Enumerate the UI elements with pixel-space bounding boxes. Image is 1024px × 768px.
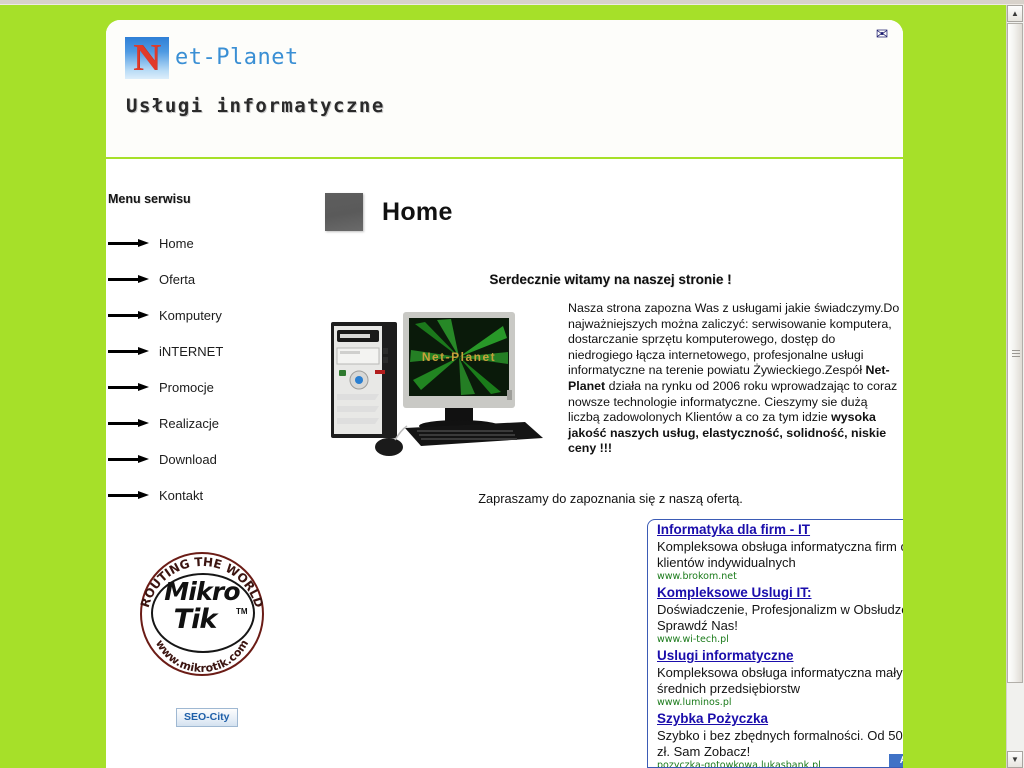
page-heading: Home [325, 193, 453, 231]
intro-paragraph: Nasza strona zapozna Was z usługami jaki… [568, 301, 900, 456]
ad-item: Kompleksowe Uslugi IT: Doświadczenie, Pr… [648, 583, 903, 646]
arrow-right-icon [108, 454, 150, 464]
invite-text: Zapraszamy do zapoznania się z naszą ofe… [478, 491, 743, 506]
sidebar-item-internet[interactable]: iNTERNET [106, 333, 318, 369]
sidebar-item-label: iNTERNET [159, 343, 224, 359]
ad-description: Doświadczenie, Profesjonalizm w Obsłudze… [657, 602, 903, 633]
ad-url[interactable]: www.luminos.pl [657, 696, 903, 709]
sidebar-item-promocje[interactable]: Promocje [106, 369, 318, 405]
sidebar-item-label: Download [159, 451, 217, 467]
site-subtitle: Usługi informatyczne [126, 95, 385, 117]
page-body: Menu serwisu Home Oferta Komputery iNTER… [106, 159, 903, 768]
content-panel: ✉ N et-Planet Usługi informatyczne Menu … [106, 20, 903, 768]
svg-text:www.mikrotik.com: www.mikrotik.com [153, 637, 251, 675]
site-logo[interactable]: N et-Planet [125, 37, 299, 79]
sidebar-item-label: Promocje [159, 379, 214, 395]
page-title: Home [382, 197, 453, 226]
ad-title-link[interactable]: Szybka Pożyczka [657, 710, 768, 727]
ad-description: Kompleksowa obsługa informatyczna małych… [657, 665, 903, 696]
arrow-right-icon [108, 418, 150, 428]
scrollbar-track[interactable] [1007, 684, 1023, 754]
sidebar-item-komputery[interactable]: Komputery [106, 297, 318, 333]
sidebar-item-kontakt[interactable]: Kontakt [106, 477, 318, 513]
browser-viewport: ✉ N et-Planet Usługi informatyczne Menu … [0, 0, 1024, 768]
sidebar-item-home[interactable]: Home [106, 225, 318, 261]
sidebar-item-realizacje[interactable]: Realizacje [106, 405, 318, 441]
arrow-right-icon [108, 310, 150, 320]
ad-url[interactable]: www.brokom.net [657, 570, 903, 583]
sidebar-item-label: Komputery [159, 307, 222, 323]
ad-item: Uslugi informatyczne Kompleksowa obsługa… [648, 646, 903, 709]
sidebar-item-label: Realizacje [159, 415, 219, 431]
scroll-up-button[interactable]: ▲ [1007, 5, 1023, 22]
google-ads-block: Informatyka dla firm - IT Kompleksowa ob… [647, 519, 903, 768]
arrow-right-icon [108, 382, 150, 392]
arrow-right-icon [108, 274, 150, 284]
svg-text:Net-Planet: Net-Planet [422, 350, 496, 364]
ad-url[interactable]: pozyczka-gotowkowa.lukasbank.pl [657, 759, 903, 767]
sidebar-item-label: Home [159, 235, 194, 251]
ad-title-link[interactable]: Informatyka dla firm - IT [657, 521, 810, 538]
arrow-right-icon [108, 490, 150, 500]
scrollbar-grip-icon [1012, 350, 1020, 357]
mikrotik-arc-bottom: www.mikrotik.com [153, 637, 251, 675]
desktop-computer-image: Net-Planet [331, 312, 543, 456]
sidebar-item-oferta[interactable]: Oferta [106, 261, 318, 297]
menu-heading: Menu serwisu [108, 192, 191, 206]
arrow-right-icon [108, 346, 150, 356]
site-header: ✉ N et-Planet Usługi informatyczne [106, 20, 903, 157]
ad-title-link[interactable]: Uslugi informatyczne [657, 647, 794, 664]
vertical-scrollbar[interactable]: ▲ ▼ [1006, 5, 1024, 768]
sidebar-menu: Home Oferta Komputery iNTERNET Promocje … [106, 225, 318, 513]
ad-item: Szybka Pożyczka Szybko i bez zbędnych fo… [648, 709, 903, 767]
ad-url[interactable]: www.wi-tech.pl [657, 633, 903, 646]
envelope-icon[interactable]: ✉ [873, 27, 891, 42]
ad-title-link[interactable]: Kompleksowe Uslugi IT: [657, 584, 812, 601]
scroll-down-button[interactable]: ▼ [1007, 751, 1023, 768]
page-heading-square-icon [325, 193, 363, 231]
scrollbar-thumb[interactable] [1007, 23, 1023, 683]
ad-description: Szybko i bez zbędnych formalności. Od 50… [657, 728, 903, 759]
logo-letter: N [133, 37, 161, 79]
arrow-right-icon [108, 238, 150, 248]
logo-badge: N [125, 37, 169, 79]
sidebar-item-label: Kontakt [159, 487, 204, 503]
ads-by-google-label[interactable]: Ads by Google [889, 754, 903, 767]
intro-section: Net-Planet Nasza strona zapozna Was z us… [318, 301, 903, 481]
seo-city-badge[interactable]: SEO-City [176, 708, 238, 727]
sidebar-item-label: Oferta [159, 271, 196, 287]
ad-description: Kompleksowa obsługa informatyczna firm o… [657, 539, 903, 570]
mikrotik-logo[interactable]: Mikro Tik TM ROUTING THE WORLD www.mikro… [135, 549, 269, 683]
logo-wordmark: et-Planet [175, 44, 299, 70]
sidebar-item-download[interactable]: Download [106, 441, 318, 477]
welcome-heading: Serdecznie witamy na naszej stronie ! [489, 272, 732, 287]
ad-item: Informatyka dla firm - IT Kompleksowa ob… [648, 520, 903, 583]
